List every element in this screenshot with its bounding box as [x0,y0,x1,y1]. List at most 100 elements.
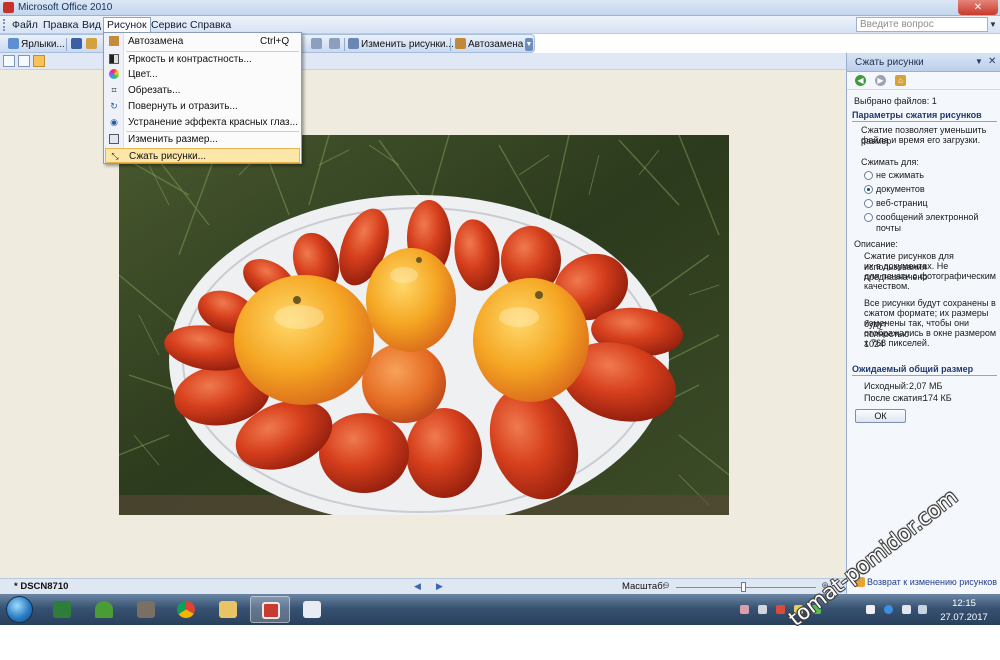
toolbar-separator [450,38,451,51]
red-eye-icon: ◉ [110,117,118,127]
zoom-slider-thumb[interactable] [741,582,747,592]
menu-help[interactable]: Справка [187,18,234,33]
menu-item-label: Цвет... [128,69,158,80]
rotate-right-button[interactable] [329,37,342,52]
picture-manager-icon [262,602,280,619]
brightness-icon [109,54,119,64]
description-line: качеством. [864,281,910,291]
tomato-photo[interactable] [119,135,729,515]
folder-icon [219,601,237,618]
save-button[interactable] [71,37,84,52]
menu-item-red-eye[interactable]: ◉ Устранение эффекта красных глаз... [105,115,300,130]
title-bar: Microsoft Office 2010 ✕ [0,0,1000,16]
edit-pictures-button[interactable]: Изменить рисунки... [348,37,454,52]
menu-tools[interactable]: Сервис [148,18,190,33]
compress-icon: ⤡ [111,151,119,161]
radio-email[interactable] [864,213,873,222]
taskbar-picture-manager[interactable] [250,596,290,623]
home-icon[interactable]: ⌂ [895,75,906,86]
signal-icon[interactable] [918,605,927,614]
clock-date: 27.07.2017 [940,612,988,623]
app-icon [95,601,113,618]
menu-item-color[interactable]: Цвет... [105,67,300,82]
section-compression-params: Параметры сжатия рисунков [852,110,997,122]
ok-button[interactable]: ОК [855,409,906,423]
resize-icon [109,134,119,144]
single-picture-view-icon[interactable] [33,55,45,67]
zoom-label: Масштаб: [622,581,666,592]
menu-item-label: Устранение эффекта красных глаз... [128,117,298,128]
shortcuts-icon [8,38,19,49]
forward-icon[interactable]: ▶ [875,75,886,86]
menu-item-label: Автозамена [128,36,184,47]
back-icon[interactable]: ◀ [855,75,866,86]
rotate-left-button[interactable] [311,37,324,52]
menu-item-rotate[interactable]: ↻ Повернуть и отразить... [105,99,300,114]
zoom-out-icon[interactable]: ⊖ [661,580,671,591]
shortcuts-label: Ярлыки... [21,39,65,50]
task-pane-close-icon[interactable]: ✕ [988,56,996,67]
autocorrect-button[interactable]: Автозамена [455,37,523,52]
task-pane-title: Сжать рисунки [855,57,924,68]
menu-item-label: Изменить размер... [128,134,218,145]
paint-icon [303,601,321,618]
compressed-size-label: После сжатия: [864,393,925,403]
radio-documents[interactable] [864,185,873,194]
menu-item-crop[interactable]: ⌗ Обрезать... [105,83,300,98]
close-button[interactable]: ✕ [958,0,998,15]
option-label: веб-страниц [876,198,928,208]
thumbnail-view-icon[interactable] [3,55,15,67]
menu-file[interactable]: Файл [9,18,41,33]
menu-item-brightness[interactable]: Яркость и контрастность... [105,52,300,67]
description-line: x 768 пикселей. [864,338,930,348]
taskbar-explorer[interactable] [208,596,248,623]
menu-item-label: Яркость и контрастность... [128,54,252,65]
bottom-margin [0,625,1000,660]
rotate-icon: ↻ [110,101,118,111]
taskbar-app-1[interactable] [42,596,82,623]
menu-item-autocorrect[interactable]: Автозамена Ctrl+Q [105,34,300,49]
previous-picture-icon[interactable]: ◀ [414,581,421,592]
flag-icon[interactable] [866,605,875,614]
taskbar-app-3[interactable] [126,596,166,623]
edit-pictures-label: Изменить рисунки... [361,39,454,50]
option-label: документов [876,184,925,194]
compressed-size-value: 174 КБ [923,393,952,403]
next-picture-icon[interactable]: ▶ [436,581,443,592]
menu-view[interactable]: Вид [79,18,104,33]
help-search-dropdown-icon[interactable]: ▼ [987,17,999,32]
back-to-edit-link[interactable]: Возврат к изменению рисунков [867,577,997,587]
menu-edit[interactable]: Правка [40,18,81,33]
task-pane-header: Сжать рисунки ▼ ✕ [847,53,1000,72]
help-search-input[interactable]: Введите вопрос [856,17,988,32]
taskbar-clock[interactable]: 12:15 27.07.2017 [936,598,992,623]
menu-item-resize[interactable]: Изменить размер... [105,132,300,147]
menubar-grip-icon[interactable] [3,19,6,31]
tray-icon[interactable] [740,605,749,614]
taskbar-app-2[interactable] [84,596,124,623]
save-icon [71,38,82,49]
filmstrip-view-icon[interactable] [18,55,30,67]
open-button[interactable] [86,37,99,52]
volume-icon[interactable] [902,605,911,614]
network-icon[interactable] [884,605,893,614]
task-pane-menu-icon[interactable]: ▼ [975,57,983,66]
taskbar-paint[interactable] [292,596,332,623]
rotate-right-icon [329,38,340,49]
app-icon [3,2,14,13]
description-label: Описание: [854,239,898,249]
windows-taskbar: 12:15 27.07.2017 [0,594,1000,625]
menu-item-label: Повернуть и отразить... [128,101,238,112]
radio-web-pages[interactable] [864,199,873,208]
status-filename: * DSCN8710 [14,581,69,592]
menu-item-compress[interactable]: ⤡ Сжать рисунки... [105,148,300,163]
picture-menu-dropdown: Автозамена Ctrl+Q Яркость и контрастност… [103,32,302,164]
chrome-icon [177,601,195,618]
menu-item-shortcut: Ctrl+Q [260,36,290,47]
tray-icon[interactable] [758,605,767,614]
toolbar-options-icon[interactable]: ▼ [525,38,533,51]
shortcuts-button[interactable]: Ярлыки... [8,37,65,52]
taskbar-chrome[interactable] [166,596,206,623]
radio-no-compress[interactable] [864,171,873,180]
start-button[interactable] [6,596,33,623]
